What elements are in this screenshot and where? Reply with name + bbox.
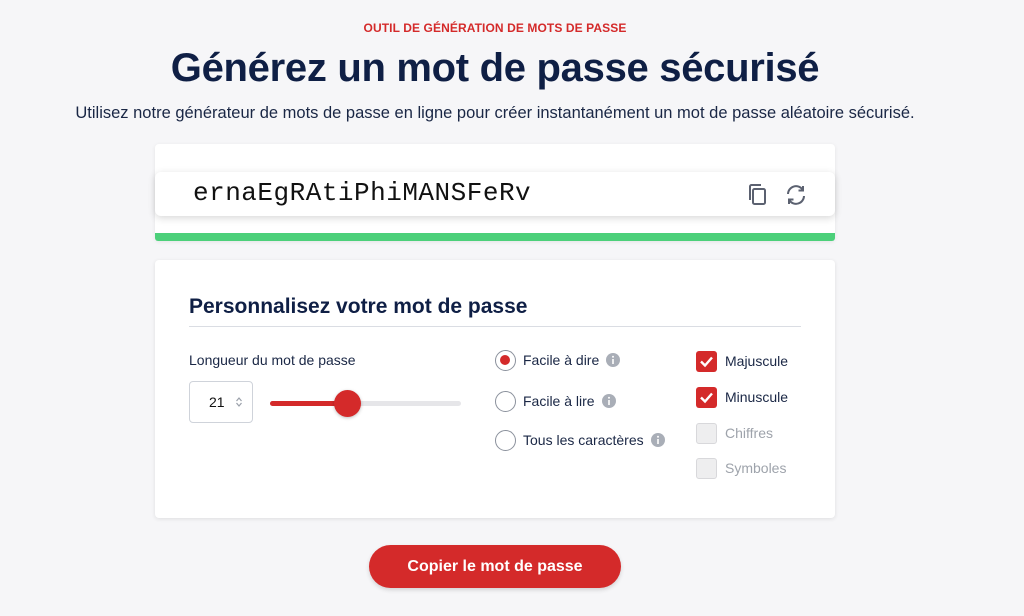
checkmark-icon — [700, 356, 713, 367]
length-label: Longueur du mot de passe — [189, 352, 356, 368]
page-subtitle: Utilisez notre générateur de mots de pas… — [75, 104, 915, 122]
password-field[interactable]: ernaEgRAtiPhiMANSFeRv — [155, 172, 835, 216]
spinner-arrows-icon[interactable] — [235, 396, 243, 408]
length-slider[interactable] — [270, 390, 461, 417]
charset-label: Symboles — [725, 460, 787, 476]
radio-button[interactable] — [495, 429, 516, 451]
info-icon[interactable] — [601, 394, 616, 408]
settings-title: Personnalisez votre mot de passe — [189, 295, 528, 318]
checkmark-icon — [700, 392, 713, 403]
mode-label: Facile à lire — [523, 393, 595, 409]
length-value[interactable]: 21 — [209, 394, 225, 410]
mode-option-easy-say[interactable]: Facile à dire — [495, 349, 621, 371]
checkbox[interactable] — [696, 386, 717, 408]
refresh-icon[interactable] — [783, 182, 809, 208]
info-icon[interactable] — [650, 433, 665, 447]
mode-option-easy-read[interactable]: Facile à lire — [495, 390, 616, 412]
settings-card: Personnalisez votre mot de passe Longueu… — [155, 260, 835, 518]
mode-label: Tous les caractères — [523, 432, 644, 448]
charset-symbols[interactable]: Symboles — [696, 457, 786, 479]
charset-lowercase[interactable]: Minuscule — [696, 386, 788, 408]
settings-divider — [189, 326, 801, 327]
page-eyebrow: OUTIL DE GÉNÉRATION DE MOTS DE PASSE — [363, 21, 627, 35]
length-input[interactable]: 21 — [189, 381, 253, 423]
checkbox[interactable] — [696, 457, 717, 479]
radio-button[interactable] — [495, 349, 516, 371]
page-title: Générez un mot de passe sécurisé — [170, 46, 820, 90]
strength-bar — [155, 233, 835, 241]
radio-button[interactable] — [495, 390, 516, 412]
charset-label: Minuscule — [725, 389, 789, 405]
slider-thumb[interactable] — [334, 390, 362, 417]
copy-icon[interactable] — [745, 182, 771, 208]
checkbox[interactable] — [696, 350, 717, 372]
password-value[interactable]: ernaEgRAtiPhiMANSFeRv — [193, 178, 531, 208]
checkbox[interactable] — [696, 422, 717, 444]
mode-label: Facile à dire — [523, 352, 600, 368]
charset-digits[interactable]: Chiffres — [696, 422, 773, 444]
copy-password-button[interactable]: Copier le mot de passe — [369, 545, 621, 588]
password-card: ernaEgRAtiPhiMANSFeRv — [155, 144, 835, 241]
mode-option-all-chars[interactable]: Tous les caractères — [495, 429, 665, 451]
charset-label: Majuscule — [725, 353, 789, 369]
charset-uppercase[interactable]: Majuscule — [696, 350, 788, 372]
info-icon[interactable] — [606, 353, 621, 367]
charset-label: Chiffres — [725, 425, 773, 441]
